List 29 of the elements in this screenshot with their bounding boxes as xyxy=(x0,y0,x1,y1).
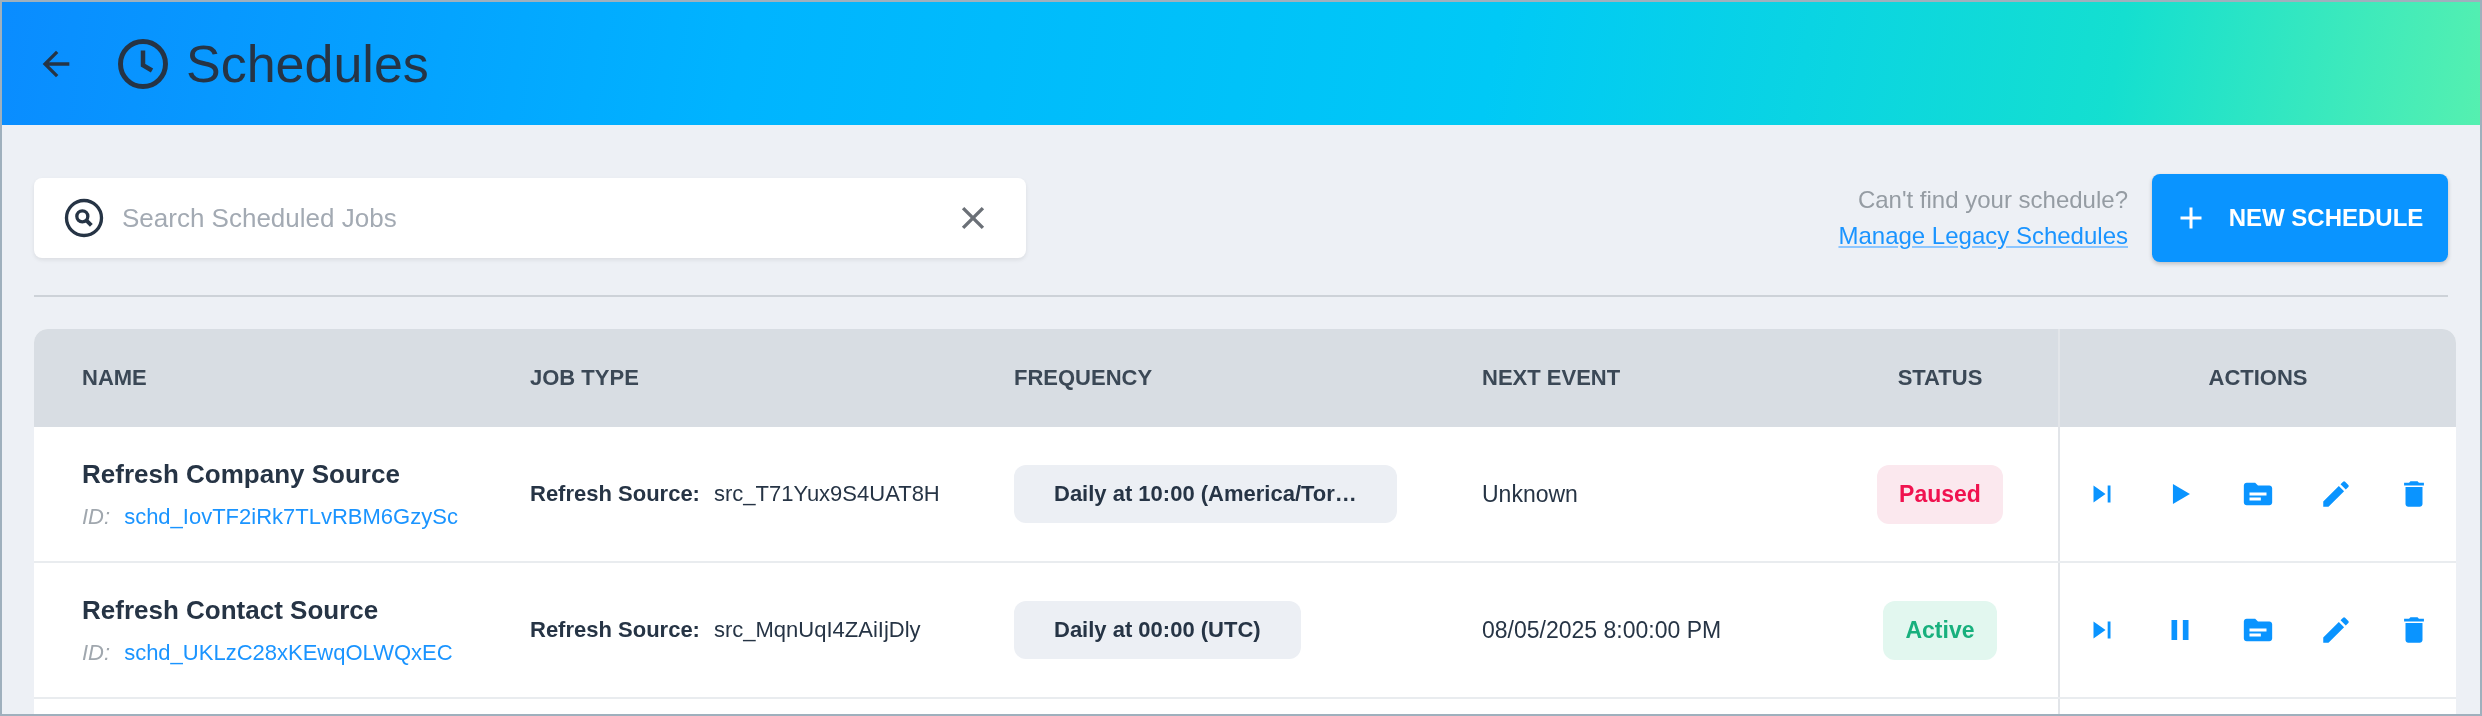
job-type-label: Refresh Source: xyxy=(530,481,700,507)
legacy-link[interactable]: Manage Legacy Schedules xyxy=(1838,222,2128,250)
frequency-chip: Daily at 00:00 (UTC) xyxy=(1014,601,1301,659)
new-schedule-button[interactable]: NEW SCHEDULE xyxy=(2152,174,2448,262)
next-event: Unknown xyxy=(1482,480,1578,508)
status-badge: Paused xyxy=(1877,464,2003,524)
id-label: ID: xyxy=(82,503,111,530)
schedule-name: Refresh Company Source xyxy=(82,458,400,490)
page-title: Schedules xyxy=(186,33,429,94)
job-type-label: Refresh Source: xyxy=(530,617,700,643)
column-header: NAME xyxy=(82,365,147,391)
help-text: Can't find your schedule? xyxy=(1857,186,2128,214)
clock-icon xyxy=(116,36,170,91)
status-badge: Active xyxy=(1883,600,1997,660)
frequency-chip: Daily at 10:00 (America/Tor… xyxy=(1014,465,1397,523)
schedule-id-link[interactable]: schd_UKLzC28xKEwqOLWQxEC xyxy=(124,639,453,666)
search-icon xyxy=(64,198,104,238)
column-header: STATUS xyxy=(1897,365,1983,391)
search-field[interactable]: Search Scheduled Jobs xyxy=(34,178,1026,258)
column-header: NEXT EVENT xyxy=(1482,365,1621,391)
source-id: src_T71Yux9S4UAT8H xyxy=(713,481,940,507)
source-id: src_MqnUqI4ZAiIjDly xyxy=(713,617,921,643)
column-header: ACTIONS xyxy=(2208,365,2308,391)
column-header: FREQUENCY xyxy=(1014,365,1153,391)
next-event: 08/05/2025 8:00:00 PM xyxy=(1482,616,1722,644)
schedule-name: Refresh Contact Source xyxy=(82,594,379,626)
schedule-id-link[interactable]: schd_IovTF2iRk7TLvRBM6GzySc xyxy=(124,503,458,530)
id-label: ID: xyxy=(82,639,111,666)
column-header: JOB TYPE xyxy=(530,365,639,391)
